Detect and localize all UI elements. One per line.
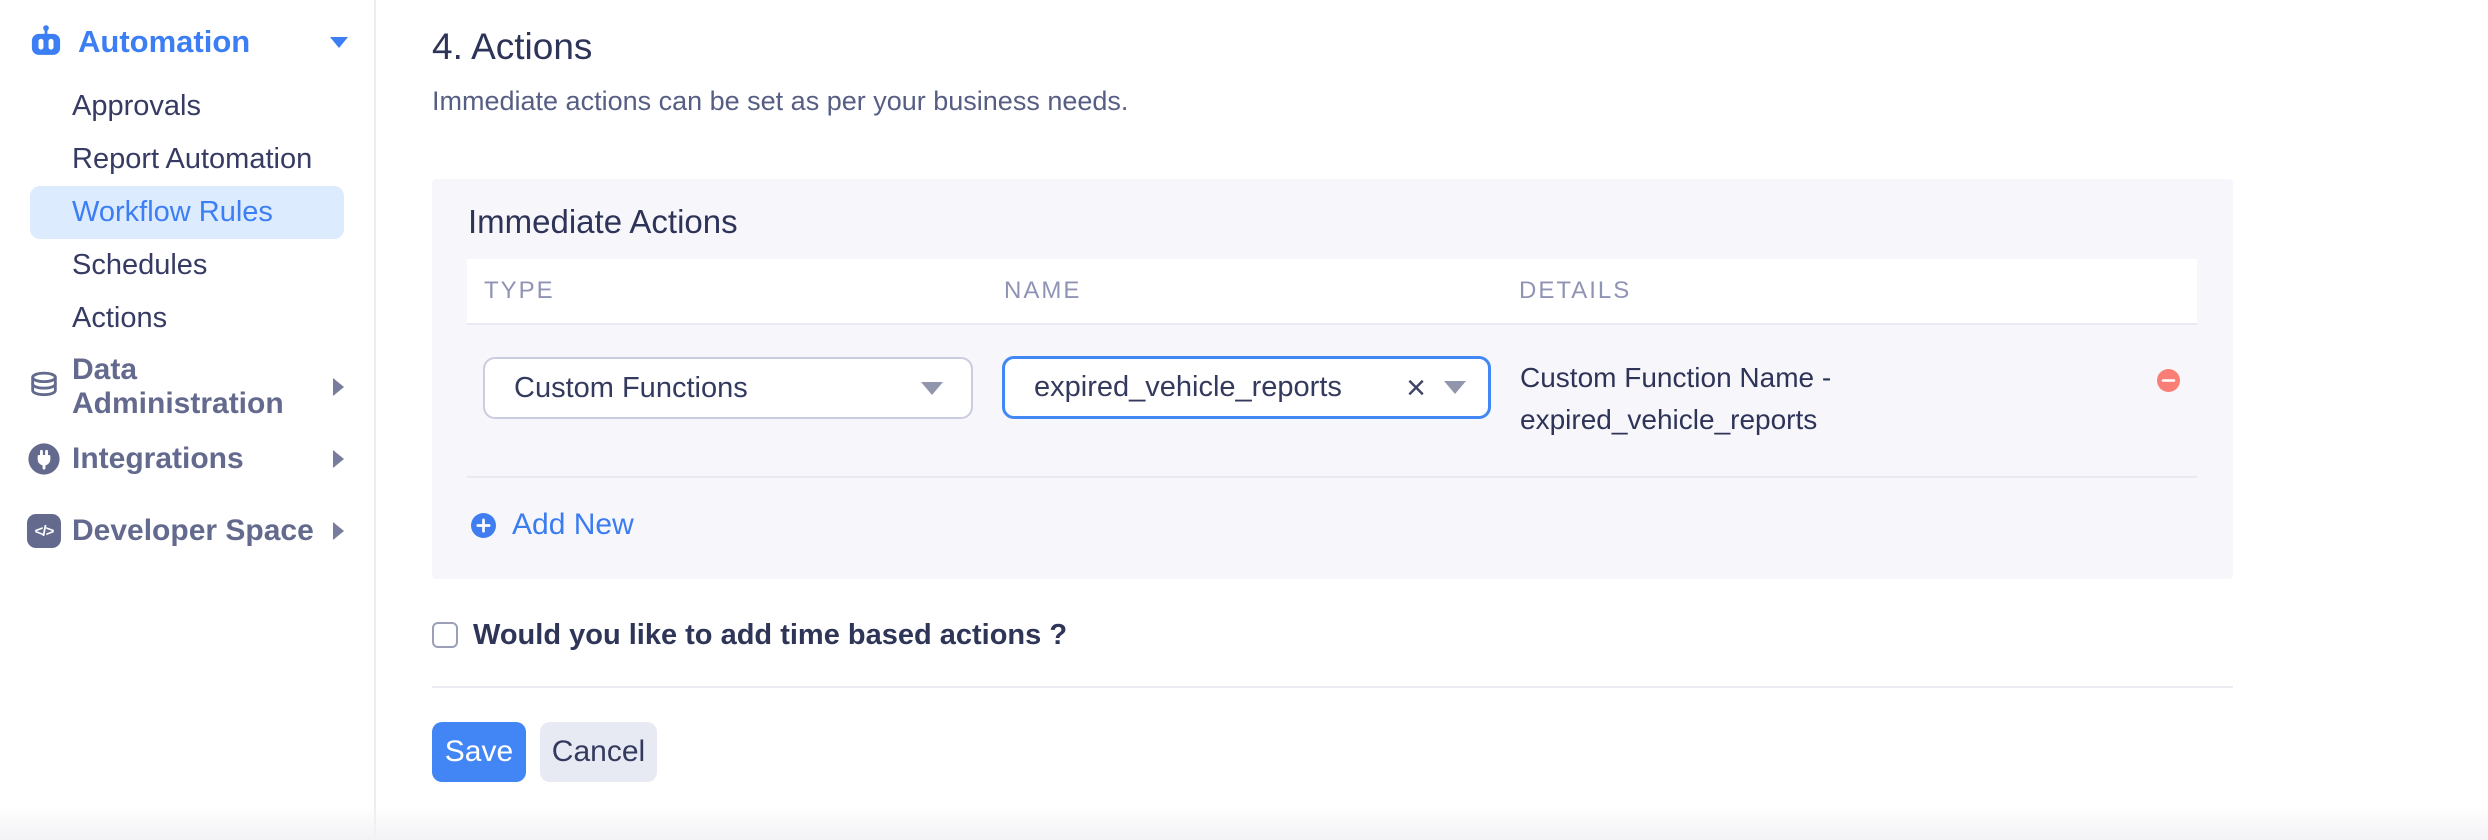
sidebar-item-actions[interactable]: Actions (0, 292, 374, 345)
table-row: Custom Functions expired_vehicle_reports… (467, 325, 2197, 475)
card-title: Immediate Actions (468, 203, 738, 241)
sidebar-automation-items: Approvals Report Automation Workflow Rul… (0, 80, 374, 345)
code-icon: </> (27, 514, 61, 548)
chevron-down-icon[interactable] (1444, 381, 1466, 394)
sidebar-item-label: Report Automation (72, 143, 312, 176)
sidebar-item-data-administration[interactable]: Data Administration (0, 351, 374, 423)
plus-icon (471, 513, 496, 538)
action-details: Custom Function Name - expired_vehicle_r… (1520, 357, 1831, 441)
sidebar-item-workflow-rules[interactable]: Workflow Rules (30, 186, 344, 239)
add-new-label: Add New (512, 508, 634, 542)
database-icon (27, 370, 61, 404)
column-header-details: DETAILS (1519, 277, 2197, 305)
sidebar-group-automation[interactable]: Automation (28, 20, 348, 64)
column-header-name: NAME (1004, 277, 1519, 305)
sidebar-item-developer-space[interactable]: </> Developer Space (0, 495, 374, 567)
sidebar-section-label: Developer Space (72, 514, 314, 548)
chevron-down-icon (330, 37, 348, 48)
action-details-line2: expired_vehicle_reports (1520, 399, 1831, 441)
action-type-value: Custom Functions (514, 372, 748, 405)
column-header-type: TYPE (484, 277, 1004, 305)
robot-icon (28, 24, 64, 60)
chevron-down-icon (921, 382, 943, 395)
sidebar-item-report-automation[interactable]: Report Automation (0, 133, 374, 186)
action-details-line1: Custom Function Name - (1520, 357, 1831, 399)
sidebar-item-label: Actions (72, 302, 167, 335)
action-name-combobox[interactable]: expired_vehicle_reports × (1002, 356, 1491, 419)
immediate-actions-card: Immediate Actions TYPE NAME DETAILS Cust… (432, 179, 2233, 579)
page-subtitle: Immediate actions can be set as per your… (432, 86, 1128, 117)
sidebar-item-schedules[interactable]: Schedules (0, 239, 374, 292)
sidebar-group-label: Automation (78, 24, 250, 60)
chevron-right-icon (333, 450, 344, 468)
sidebar-item-integrations[interactable]: Integrations (0, 423, 374, 495)
actions-table-header: TYPE NAME DETAILS (467, 259, 2197, 325)
sidebar-section-label: Integrations (72, 442, 244, 476)
settings-sidebar: Automation Approvals Report Automation W… (0, 0, 376, 840)
time-based-actions-checkbox[interactable] (432, 622, 458, 648)
delete-row-button[interactable] (2157, 369, 2180, 392)
clear-icon[interactable]: × (1406, 371, 1426, 405)
cancel-button[interactable]: Cancel (540, 722, 657, 782)
action-type-select[interactable]: Custom Functions (483, 357, 973, 419)
sidebar-item-approvals[interactable]: Approvals (0, 80, 374, 133)
divider (467, 476, 2197, 478)
add-new-button[interactable]: Add New (471, 512, 634, 538)
action-name-value: expired_vehicle_reports (1034, 371, 1406, 404)
time-based-actions-label: Would you like to add time based actions… (473, 619, 1067, 652)
sidebar-sections: Data Administration Integrations </> Dev… (0, 351, 374, 567)
sidebar-item-label: Schedules (72, 249, 207, 282)
time-based-actions-option: Would you like to add time based actions… (432, 620, 1067, 650)
sidebar-section-label: Data Administration (72, 353, 333, 421)
sidebar-item-label: Approvals (72, 90, 201, 123)
page-title: 4. Actions (432, 26, 592, 68)
save-button[interactable]: Save (432, 722, 526, 782)
divider (432, 686, 2233, 688)
sidebar-item-label: Workflow Rules (72, 196, 273, 229)
form-buttons: Save Cancel (432, 722, 657, 782)
plug-icon (27, 442, 61, 476)
chevron-right-icon (333, 378, 344, 396)
chevron-right-icon (333, 522, 344, 540)
